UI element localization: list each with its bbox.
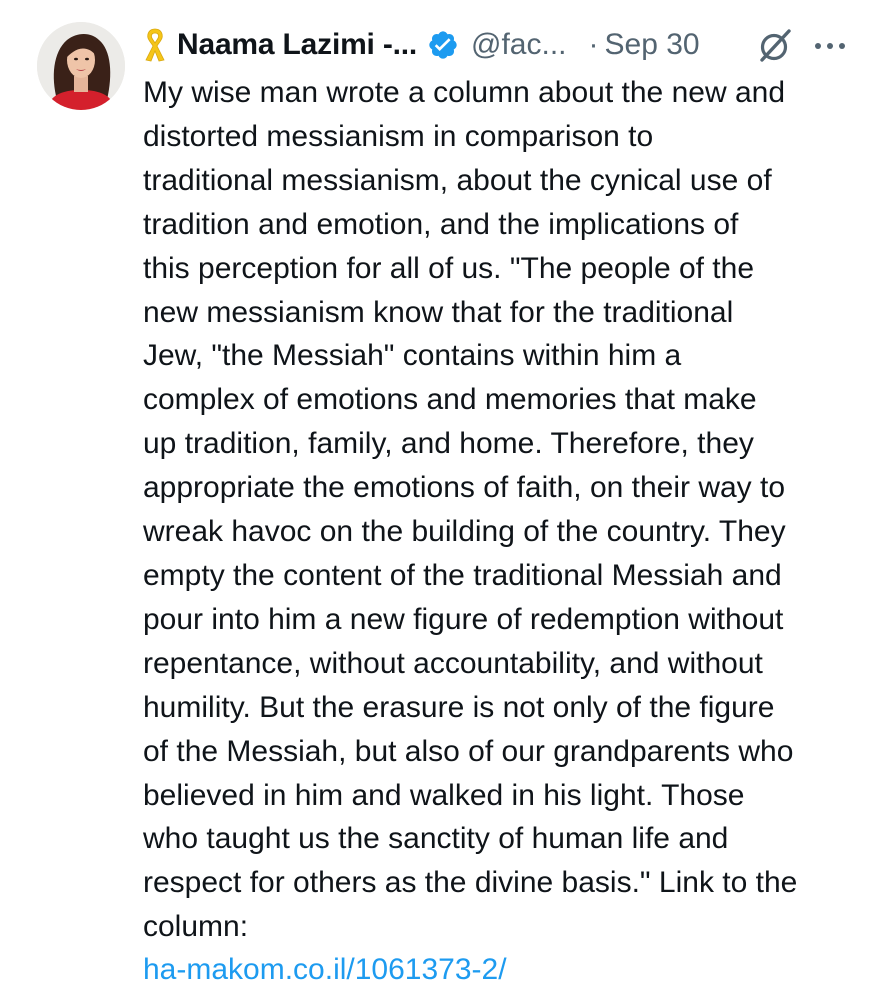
avatar-image	[37, 22, 125, 110]
tweet-date[interactable]: Sep 30	[605, 22, 700, 68]
grok-icon[interactable]	[755, 26, 795, 66]
tweet-header: Naama Lazimi -... @fac... · Sep 30	[143, 22, 700, 68]
more-icon[interactable]	[812, 30, 848, 62]
author-display-name[interactable]: Naama Lazimi -...	[177, 22, 417, 68]
tweet[interactable]: Naama Lazimi -... @fac... · Sep 30 My wi…	[0, 0, 886, 1000]
verified-badge-icon	[427, 29, 459, 61]
yellow-ribbon-icon	[143, 27, 167, 63]
header-separator: ·	[588, 28, 599, 61]
tweet-text: My wise man wrote a column about the new…	[143, 76, 798, 944]
tweet-link[interactable]: ha-makom.co.il/1061373-2/	[143, 948, 507, 992]
author-handle[interactable]: @fac...	[471, 22, 566, 68]
avatar[interactable]	[37, 22, 125, 110]
